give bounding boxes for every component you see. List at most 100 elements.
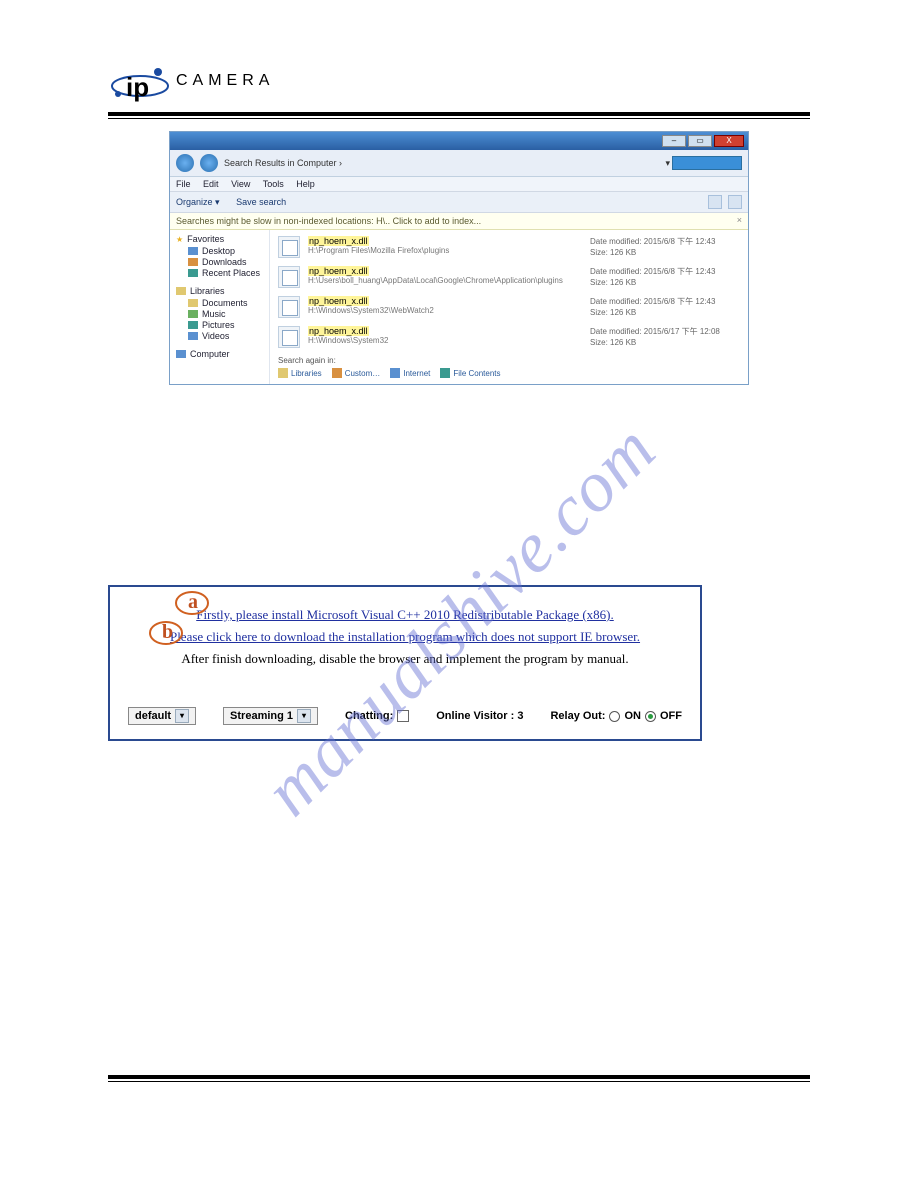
result-size: Size: 126 KB: [590, 248, 740, 257]
star-icon: ★: [176, 235, 183, 244]
music-icon: [188, 310, 198, 318]
annotation-a-icon: a: [178, 593, 212, 619]
menu-file[interactable]: File: [176, 179, 191, 189]
result-modified: Date modified: 2015/6/8 下午 12:43: [590, 296, 740, 307]
search-again: Search again in: Libraries Custom… Inter…: [278, 356, 740, 378]
liveview-panel: a b Firstly, please install Microsoft Vi…: [108, 585, 702, 741]
info-text: Searches might be slow in non-indexed lo…: [176, 216, 481, 226]
sidebar-item-music[interactable]: Music: [202, 309, 226, 319]
sidebar-computer[interactable]: Computer: [190, 349, 230, 359]
svg-text:ip: ip: [126, 72, 149, 102]
search-again-label: Search again in:: [278, 356, 740, 365]
stream-select[interactable]: Streaming 1 ▾: [223, 707, 318, 725]
result-path: H:\Users\boll_huang\AppData\Local\Google…: [308, 276, 582, 285]
result-size: Size: 126 KB: [590, 308, 740, 317]
online-visitor-label: Online Visitor : 3: [436, 710, 523, 722]
file-contents-icon: [440, 368, 450, 378]
results-pane: np_hoem_x.dll H:\Program Files\Mozilla F…: [270, 230, 748, 384]
sidebar-item-videos[interactable]: Videos: [202, 331, 229, 341]
result-row[interactable]: np_hoem_x.dll H:\Windows\System32\WebWat…: [278, 296, 740, 318]
sidebar-item-documents[interactable]: Documents: [202, 298, 248, 308]
save-search-button[interactable]: Save search: [236, 197, 286, 207]
result-path: H:\Windows\System32: [308, 336, 582, 345]
libraries-icon: [278, 368, 288, 378]
menu-edit[interactable]: Edit: [203, 179, 219, 189]
relay-off-text: OFF: [660, 710, 682, 722]
command-bar: Organize ▾ Save search: [170, 192, 748, 213]
result-path: H:\Windows\System32\WebWatch2: [308, 306, 582, 315]
menu-view[interactable]: View: [231, 179, 250, 189]
nav-sidebar: ★ Favorites Desktop Downloads Recent Plac…: [170, 230, 270, 384]
sidebar-item-recent[interactable]: Recent Places: [202, 268, 260, 278]
file-icon: [278, 236, 300, 258]
logo-ip-icon: ip: [108, 56, 172, 106]
internet-icon: [390, 368, 400, 378]
result-filename: np_hoem_x.dll: [308, 236, 369, 246]
help-icon[interactable]: [728, 195, 742, 209]
breadcrumb[interactable]: Search Results in Computer ›: [224, 158, 342, 168]
result-size: Size: 126 KB: [590, 278, 740, 287]
header-rule-thick: [108, 112, 810, 116]
result-path: H:\Program Files\Mozilla Firefox\plugins: [308, 246, 582, 255]
explorer-window: – ▭ X Search Results in Computer › ▾ Fil…: [169, 131, 749, 385]
relay-label: Relay Out:: [550, 710, 605, 722]
search-input[interactable]: [672, 156, 742, 170]
menu-help[interactable]: Help: [296, 179, 315, 189]
after-download-note: After finish downloading, disable the br…: [124, 651, 686, 667]
menu-tools[interactable]: Tools: [263, 179, 284, 189]
annotation-b-icon: b: [152, 623, 186, 649]
header-rule-thin: [108, 118, 810, 119]
preset-select[interactable]: default ▾: [128, 707, 196, 725]
address-bar: Search Results in Computer › ▾: [170, 150, 748, 177]
result-filename: np_hoem_x.dll: [308, 326, 369, 336]
result-row[interactable]: np_hoem_x.dll H:\Users\boll_huang\AppDat…: [278, 266, 740, 288]
sa-filecontents[interactable]: File Contents: [453, 369, 500, 378]
window-minimize-button[interactable]: –: [662, 135, 686, 147]
sa-internet[interactable]: Internet: [403, 369, 430, 378]
result-row[interactable]: np_hoem_x.dll H:\Program Files\Mozilla F…: [278, 236, 740, 258]
relay-on-text: ON: [624, 710, 641, 722]
header-logo-row: ip CAMERA: [108, 56, 810, 106]
view-options-icon[interactable]: [708, 195, 722, 209]
organize-button[interactable]: Organize ▾: [176, 197, 220, 207]
footer-rules: [108, 1075, 810, 1082]
logo-camera-text: CAMERA: [176, 72, 274, 90]
result-modified: Date modified: 2015/6/8 下午 12:43: [590, 236, 740, 247]
result-size: Size: 126 KB: [590, 338, 740, 347]
file-icon: [278, 266, 300, 288]
sidebar-libraries[interactable]: Libraries: [190, 286, 225, 296]
info-close-icon[interactable]: ×: [737, 215, 742, 225]
result-filename: np_hoem_x.dll: [308, 296, 369, 306]
nav-back-icon[interactable]: [176, 154, 194, 172]
liveview-controls: default ▾ Streaming 1 ▾ Chatting: Online…: [124, 707, 686, 725]
window-close-button[interactable]: X: [714, 135, 744, 147]
download-plugin-link[interactable]: Please click here to download the instal…: [124, 629, 686, 645]
pictures-icon: [188, 321, 198, 329]
sidebar-item-downloads[interactable]: Downloads: [202, 257, 247, 267]
custom-icon: [332, 368, 342, 378]
downloads-icon: [188, 258, 198, 266]
recent-icon: [188, 269, 198, 277]
sa-custom[interactable]: Custom…: [345, 369, 381, 378]
sa-libraries[interactable]: Libraries: [291, 369, 322, 378]
chatting-checkbox[interactable]: [397, 710, 409, 722]
result-modified: Date modified: 2015/6/8 下午 12:43: [590, 266, 740, 277]
library-icon: [176, 287, 186, 295]
videos-icon: [188, 332, 198, 340]
relay-on-radio[interactable]: [609, 711, 620, 722]
result-modified: Date modified: 2015/6/17 下午 12:08: [590, 326, 740, 337]
chevron-down-icon: ▾: [297, 709, 311, 723]
sidebar-item-desktop[interactable]: Desktop: [202, 246, 235, 256]
sidebar-item-pictures[interactable]: Pictures: [202, 320, 235, 330]
menu-bar: File Edit View Tools Help: [170, 177, 748, 192]
result-row[interactable]: np_hoem_x.dll H:\Windows\System32 Date m…: [278, 326, 740, 348]
relay-off-radio[interactable]: [645, 711, 656, 722]
chatting-label: Chatting:: [345, 710, 393, 722]
index-info-bar[interactable]: Searches might be slow in non-indexed lo…: [170, 213, 748, 230]
nav-forward-icon[interactable]: [200, 154, 218, 172]
window-maximize-button[interactable]: ▭: [688, 135, 712, 147]
desktop-icon: [188, 247, 198, 255]
sidebar-favorites[interactable]: Favorites: [187, 234, 224, 244]
file-icon: [278, 296, 300, 318]
chevron-down-icon: ▾: [175, 709, 189, 723]
